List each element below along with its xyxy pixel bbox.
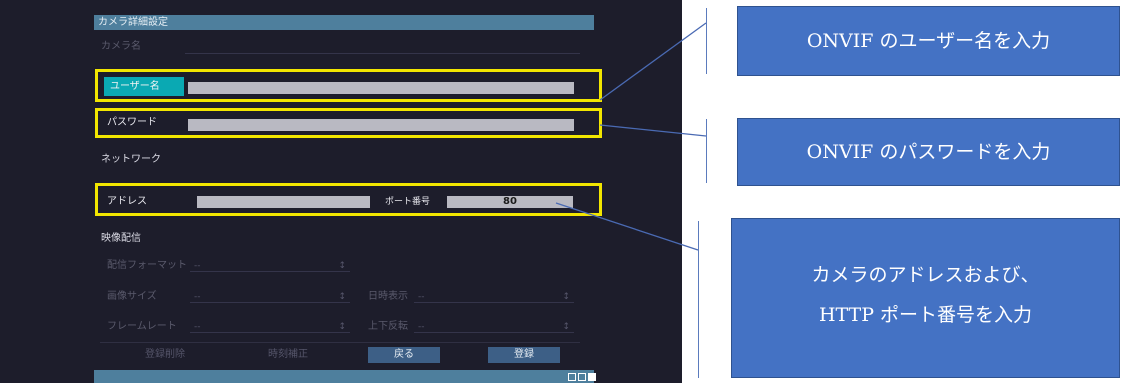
password-callout: ONVIF のパスワードを入力 bbox=[737, 118, 1120, 186]
leader-line-username bbox=[599, 22, 707, 101]
callout-bracket-line bbox=[706, 8, 707, 74]
address-callout-line2: HTTP ポート番号を入力 bbox=[818, 304, 1033, 326]
callout-bracket-line bbox=[698, 221, 699, 378]
leader-line-password bbox=[599, 124, 707, 137]
username-callout: ONVIF のユーザー名を入力 bbox=[737, 6, 1120, 76]
address-callout: カメラのアドレスおよび、 HTTP ポート番号を入力 bbox=[731, 218, 1120, 378]
callout-bracket-line bbox=[706, 119, 707, 183]
address-callout-line1: カメラのアドレスおよび、 bbox=[811, 264, 1040, 286]
leader-line-address bbox=[555, 202, 699, 251]
